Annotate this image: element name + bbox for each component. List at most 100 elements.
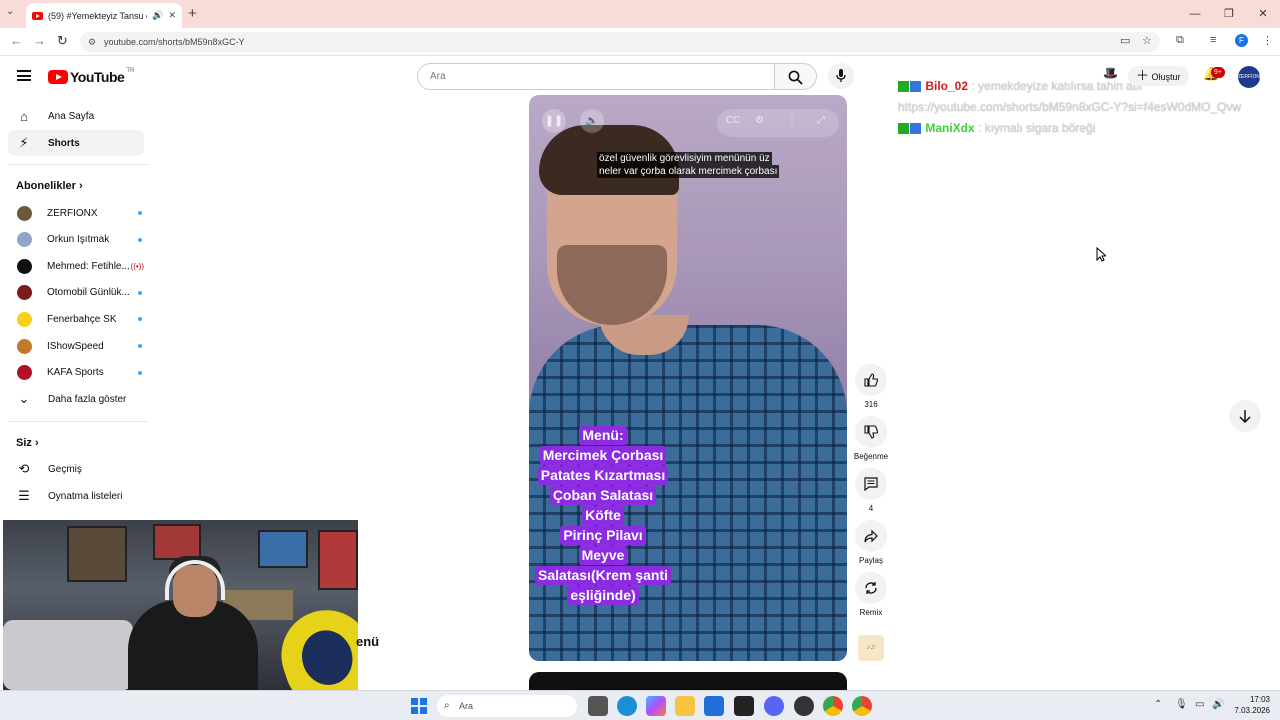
chrome-icon[interactable]	[823, 696, 843, 716]
microphone-icon	[836, 69, 846, 82]
hamburger-menu-icon[interactable]	[17, 70, 31, 81]
store-icon[interactable]	[704, 696, 724, 716]
chevron-right-icon: ›	[78, 180, 83, 192]
sidebar-item-home[interactable]: ⌂ Ana Sayfa	[8, 103, 144, 129]
cast-icon[interactable]: ▭	[1120, 34, 1130, 47]
address-bar-row: ← → ↻ ⚙ youtube.com/shorts/bM59n8xGC-Y ▭…	[0, 28, 1280, 56]
sidebar-item-playlists[interactable]: ☰ Oynatma listeleri	[8, 483, 144, 509]
capcut-icon[interactable]	[734, 696, 754, 716]
bookmark-star-icon[interactable]: ☆	[1142, 34, 1152, 47]
tray-chevron-icon[interactable]: ⌃	[1154, 699, 1162, 710]
sidebar-item-shorts[interactable]: ⚡ Shorts	[8, 130, 144, 156]
sidebar-divider	[8, 421, 148, 422]
account-avatar[interactable]: ZERFİONX	[1238, 66, 1260, 88]
discord-icon[interactable]	[764, 696, 784, 716]
captions-icon[interactable]: CC	[726, 115, 740, 126]
sidebar-subscription-item[interactable]: Mehmed: Fetihle... ((•))	[8, 253, 144, 279]
browser-menu-icon[interactable]: ⋮	[1262, 34, 1273, 47]
sidebar-subscription-item[interactable]: Otomobil Günlük...	[8, 280, 144, 306]
shorts-icon: ⚡	[19, 135, 29, 150]
microphone-tray-icon[interactable]: 🎙	[1175, 699, 1188, 710]
volume-icon[interactable]: 🔈	[580, 109, 604, 133]
chat-text: : yemekdeyize katılırsa tahin abi	[971, 79, 1143, 93]
share-button[interactable]	[855, 520, 887, 552]
browser-tab[interactable]: (59) #Yemekteyiz Tansu efsa 🔊 ✕	[26, 3, 182, 28]
browser-profile-avatar[interactable]: F	[1235, 34, 1248, 47]
speaker-icon[interactable]: 🔊	[152, 10, 163, 21]
close-tab-icon[interactable]: ✕	[168, 10, 176, 21]
sidebar-subscription-item[interactable]: Orkun Işıtmak	[8, 227, 144, 253]
taskbar-clock[interactable]: 17:03 7.03.2026	[1230, 694, 1270, 716]
next-short-preview[interactable]	[529, 672, 847, 692]
extensions-icon[interactable]: ⧉	[1176, 34, 1184, 47]
comments-button[interactable]	[855, 468, 887, 500]
url-text: youtube.com/shorts/bM59n8xGC-Y	[104, 37, 245, 47]
tab-search-icon[interactable]: ⌄	[6, 6, 14, 17]
url-field[interactable]: ⚙ youtube.com/shorts/bM59n8xGC-Y	[80, 32, 1160, 52]
video-subtitle: özel güvenlik görevlisiyim menünün üz ne…	[597, 152, 780, 178]
minimize-icon[interactable]: —	[1178, 0, 1212, 28]
new-content-dot	[138, 344, 142, 348]
close-window-icon[interactable]: ✕	[1246, 0, 1280, 28]
fullscreen-icon[interactable]: ⤢	[817, 115, 825, 126]
remix-action[interactable]: Remix	[853, 572, 889, 617]
media-control-icon[interactable]: ≡	[1210, 34, 1216, 46]
voice-search-button[interactable]	[828, 63, 854, 89]
more-options-icon[interactable]: ⋮	[787, 115, 797, 126]
back-icon[interactable]: ←	[10, 33, 23, 48]
like-action[interactable]: 316	[853, 364, 889, 409]
sidebar-item-label: Daha fazla göster	[48, 393, 127, 405]
create-button[interactable]: ＋ Oluştur	[1128, 66, 1189, 86]
sidebar-item-history[interactable]: ⟲ Geçmiş	[8, 456, 144, 482]
dislike-button[interactable]	[855, 416, 887, 448]
new-tab-button[interactable]: +	[188, 5, 197, 22]
search-button[interactable]	[775, 63, 817, 90]
search-input[interactable]: Ara	[417, 63, 775, 90]
next-short-button[interactable]	[1229, 400, 1261, 432]
sidebar-subscription-item[interactable]: KAFA Sports	[8, 360, 144, 386]
volume-tray-icon[interactable]: 🔊	[1212, 699, 1224, 710]
chrome-profile-icon[interactable]	[852, 696, 872, 716]
youtube-logo[interactable]: YouTube TR	[48, 68, 134, 85]
short-video-player[interactable]: ❚❚ 🔈 CC ⚙ ⋮ ⤢ özel güvenlik görevlisiyim…	[529, 95, 847, 661]
video-top-controls: CC ⚙ ⋮ ⤢	[717, 109, 839, 137]
file-explorer-icon[interactable]	[675, 696, 695, 716]
edge-icon[interactable]	[617, 696, 637, 716]
like-count: 316	[864, 400, 878, 409]
channel-avatar	[17, 232, 32, 248]
restore-icon[interactable]: ❐	[1212, 0, 1246, 28]
obs-icon[interactable]	[794, 696, 814, 716]
sidebar-show-more[interactable]: ⌄ Daha fazla göster	[8, 386, 144, 412]
you-header[interactable]: Siz ›	[16, 437, 39, 449]
sidebar-item-label: Oynatma listeleri	[48, 490, 123, 502]
dislike-action[interactable]: Beğenme	[853, 416, 889, 461]
windows-start-icon[interactable]	[411, 698, 427, 714]
reload-icon[interactable]: ↻	[57, 33, 68, 49]
chat-text: : kıymalı sigara böreği	[978, 121, 1096, 135]
pause-icon[interactable]: ❚❚	[542, 109, 566, 133]
settings-gear-icon[interactable]: ⚙	[755, 115, 764, 126]
site-info-icon[interactable]: ⚙	[88, 32, 96, 52]
sidebar-subscription-item[interactable]: Fenerbahçe SK	[8, 306, 144, 332]
share-action[interactable]: Paylaş	[853, 520, 889, 565]
menu-line: Menü:	[579, 425, 627, 445]
network-icon[interactable]: ▭	[1195, 699, 1204, 710]
sidebar-subscription-item[interactable]: IShowSpeed	[8, 333, 144, 359]
sub-badge-icon	[910, 123, 921, 135]
subscriptions-header[interactable]: Abonelikler ›	[16, 180, 83, 192]
channel-name: KAFA Sports	[47, 367, 104, 379]
clock-time: 17:03	[1249, 695, 1270, 704]
sidebar-subscription-item[interactable]: ZERFİONX	[8, 200, 144, 226]
remix-button[interactable]	[855, 572, 887, 604]
sound-thumbnail-icon[interactable]: ♪♫	[858, 635, 884, 661]
plus-icon: ＋	[1136, 68, 1150, 83]
forward-icon[interactable]: →	[33, 33, 46, 48]
chat-message: Bilo_02 : yemekdeyize katılırsa tahin ab…	[898, 76, 1280, 97]
taskbar-search[interactable]: ⌕ Ara	[437, 695, 577, 717]
history-icon: ⟲	[18, 461, 30, 476]
copilot-icon[interactable]	[646, 696, 666, 716]
like-button[interactable]	[855, 364, 887, 396]
comments-action[interactable]: 4	[853, 468, 889, 513]
channel-avatar	[17, 285, 32, 301]
task-view-icon[interactable]	[588, 696, 608, 716]
